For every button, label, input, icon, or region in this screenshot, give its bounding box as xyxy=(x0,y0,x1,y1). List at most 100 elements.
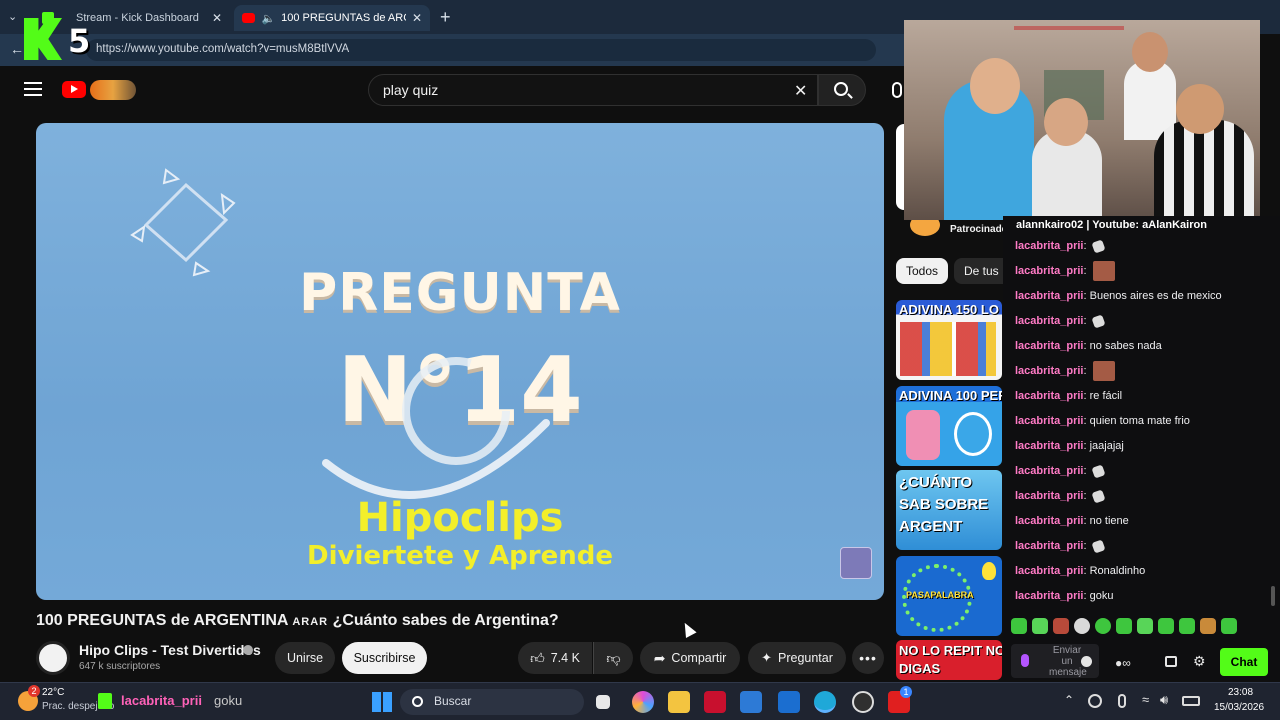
chat-input-placeholder: Enviar un mensaje xyxy=(1049,645,1087,678)
windows-start-icon[interactable] xyxy=(372,692,392,712)
new-tab-icon[interactable]: + xyxy=(440,7,451,28)
mcafee-icon[interactable] xyxy=(704,691,726,713)
emoji-picker-icon[interactable] xyxy=(1081,656,1092,667)
emote-icon[interactable] xyxy=(1179,618,1195,634)
chat-username[interactable]: lacabrita_prii xyxy=(1015,415,1083,427)
battery-icon[interactable] xyxy=(1182,696,1200,706)
channel-watermark-icon[interactable] xyxy=(840,547,872,579)
chat-username[interactable]: lacabrita_prii xyxy=(1015,240,1083,252)
taskbar-search-input[interactable]: Buscar xyxy=(400,689,584,715)
chat-users-icon[interactable]: ●∞ xyxy=(1115,656,1137,670)
tray-microphone-icon[interactable] xyxy=(1118,694,1126,708)
filter-chip-from-you[interactable]: De tus xyxy=(954,258,1006,284)
chat-username[interactable]: lacabrita_prii xyxy=(1015,515,1083,527)
chat-username[interactable]: lacabrita_prii xyxy=(1015,490,1083,502)
chat-username[interactable]: lacabrita_prii xyxy=(1015,590,1083,602)
channel-avatar[interactable] xyxy=(36,641,70,675)
volume-icon[interactable]: 🔊︎ xyxy=(1160,692,1168,708)
ask-button[interactable]: ✦ Preguntar xyxy=(748,642,846,674)
tab-kick-dashboard[interactable]: Stream - Kick Dashboard ✕ xyxy=(34,5,230,31)
store-icon[interactable] xyxy=(740,691,762,713)
emote-icon[interactable] xyxy=(1221,618,1237,634)
search-button[interactable] xyxy=(818,74,866,106)
thumb-label: ¿CUÁNTO SAB SOBRE ARGENT xyxy=(899,474,989,535)
filter-chip-all[interactable]: Todos xyxy=(896,258,948,284)
youtube-logo[interactable] xyxy=(62,81,86,98)
wifi-icon[interactable]: ≈ xyxy=(1142,692,1149,707)
back-arrow-icon[interactable]: ← xyxy=(10,41,24,57)
chat-username[interactable]: lacabrita_prii xyxy=(1015,540,1083,552)
emote-icon[interactable] xyxy=(1095,618,1111,634)
file-explorer-icon[interactable] xyxy=(668,691,690,713)
chat-username[interactable]: lacabrita_prii xyxy=(1015,340,1083,352)
microphone-icon[interactable] xyxy=(892,82,902,98)
chat-separator: : xyxy=(1083,465,1090,477)
chat-send-button[interactable]: Chat xyxy=(1220,648,1268,676)
emote-icon[interactable] xyxy=(1011,618,1027,634)
emote-icon[interactable] xyxy=(1116,618,1132,634)
chat-message: lacabrita_prii: Buenos aires es de mexic… xyxy=(1015,290,1222,302)
emote-icon[interactable] xyxy=(1074,618,1090,634)
emote-icon[interactable] xyxy=(1053,618,1069,634)
share-button[interactable]: ➦ Compartir xyxy=(640,642,740,674)
close-tab-icon[interactable]: ✕ xyxy=(212,11,222,25)
recommendation-thumb[interactable]: ADIVINA 100 PERSO xyxy=(896,386,1002,466)
emote-icon[interactable] xyxy=(1158,618,1174,634)
clear-search-icon[interactable]: ✕ xyxy=(794,81,807,101)
join-button[interactable]: Unirse xyxy=(275,642,335,674)
chat-username[interactable]: lacabrita_prii xyxy=(1015,365,1083,377)
chat-username[interactable]: lacabrita_prii xyxy=(1015,465,1083,477)
chat-username[interactable]: lacabrita_prii xyxy=(1015,565,1083,577)
chat-username[interactable]: lacabrita_prii xyxy=(1015,390,1083,402)
recommendation-thumb[interactable]: NO LO REPIT NO DIGAS xyxy=(896,640,1002,680)
emote-icon[interactable] xyxy=(1032,618,1048,634)
feather-emote-icon xyxy=(1091,539,1106,554)
clock-date[interactable]: 15/03/2026 xyxy=(1214,702,1264,713)
emote-icon[interactable] xyxy=(1200,618,1216,634)
address-bar-area: ← https://www.youtube.com/watch?v=musM8B… xyxy=(0,34,904,66)
subscribe-button[interactable]: Suscribirse xyxy=(342,642,427,674)
like-button[interactable]: 👍︎ 7.4 K xyxy=(518,642,592,674)
recommendation-thumb[interactable]: ¿CUÁNTO SAB SOBRE ARGENT xyxy=(896,470,1002,550)
tray-app-icon[interactable] xyxy=(1088,694,1102,708)
loading-spinner-icon xyxy=(322,357,550,499)
chat-scrollbar[interactable] xyxy=(1271,586,1275,606)
tab-youtube-video[interactable]: 🔈 100 PREGUNTAS de ARGENTII ✕ xyxy=(234,5,430,31)
edge-icon[interactable] xyxy=(814,691,836,713)
task-view-icon[interactable] xyxy=(596,695,610,709)
recommendation-thumb[interactable]: ADIVINA 150 LO xyxy=(896,300,1002,380)
recommendation-thumb[interactable]: PASAPALABRA xyxy=(896,556,1002,636)
search-input[interactable]: play quiz xyxy=(368,74,818,106)
clock-time[interactable]: 23:08 xyxy=(1228,687,1253,698)
dislike-button[interactable]: 👎︎ xyxy=(593,642,633,674)
chat-input[interactable]: Enviar un mensaje xyxy=(1011,644,1099,678)
hamburger-menu-icon[interactable] xyxy=(24,82,42,96)
tray-overflow-icon[interactable]: ⌃ xyxy=(1064,693,1074,707)
close-tab-icon[interactable]: ✕ xyxy=(412,11,422,25)
emote-icon[interactable] xyxy=(1137,618,1153,634)
chat-username[interactable]: lacabrita_prii xyxy=(1015,440,1083,452)
person-left-head xyxy=(970,58,1020,114)
chat-username[interactable]: lacabrita_prii xyxy=(1015,290,1083,302)
settings-gear-icon[interactable]: ⚙ xyxy=(1193,653,1206,670)
search-value: play quiz xyxy=(383,82,439,98)
chat-username[interactable]: lacabrita_prii xyxy=(1015,265,1083,277)
gift-icon[interactable] xyxy=(1165,656,1177,667)
chat-message: lacabrita_prii: no tiene xyxy=(1015,515,1129,527)
copilot-icon[interactable] xyxy=(632,691,654,713)
video-title-flag: ARAR xyxy=(292,616,329,628)
outlook-icon[interactable] xyxy=(778,691,800,713)
channel-name[interactable]: Hipo Clips - Test Divertidos xyxy=(79,642,261,658)
chat-message: lacabrita_prii: xyxy=(1015,464,1106,479)
url-field[interactable]: https://www.youtube.com/watch?v=musM8Btl… xyxy=(86,39,876,61)
speaker-icon[interactable]: 🔈 xyxy=(261,12,275,25)
chat-username[interactable]: lacabrita_prii xyxy=(1015,315,1083,327)
more-actions-button[interactable]: ••• xyxy=(852,642,884,674)
tab-list-chevron-icon[interactable]: ⌄ xyxy=(8,10,22,24)
chat-pinned-header: alannkairo02 | Youtube: aAlanKairon xyxy=(1016,219,1207,231)
obs-icon[interactable] xyxy=(852,691,874,713)
video-player[interactable]: PREGUNTA N°14 Hipoclips Diviertete y Apr… xyxy=(36,123,884,600)
microphone-icon[interactable] xyxy=(1021,654,1029,667)
face-emote-icon xyxy=(1092,261,1115,281)
kick-chat-panel: alannkairo02 | Youtube: aAlanKairon laca… xyxy=(1003,216,1280,680)
